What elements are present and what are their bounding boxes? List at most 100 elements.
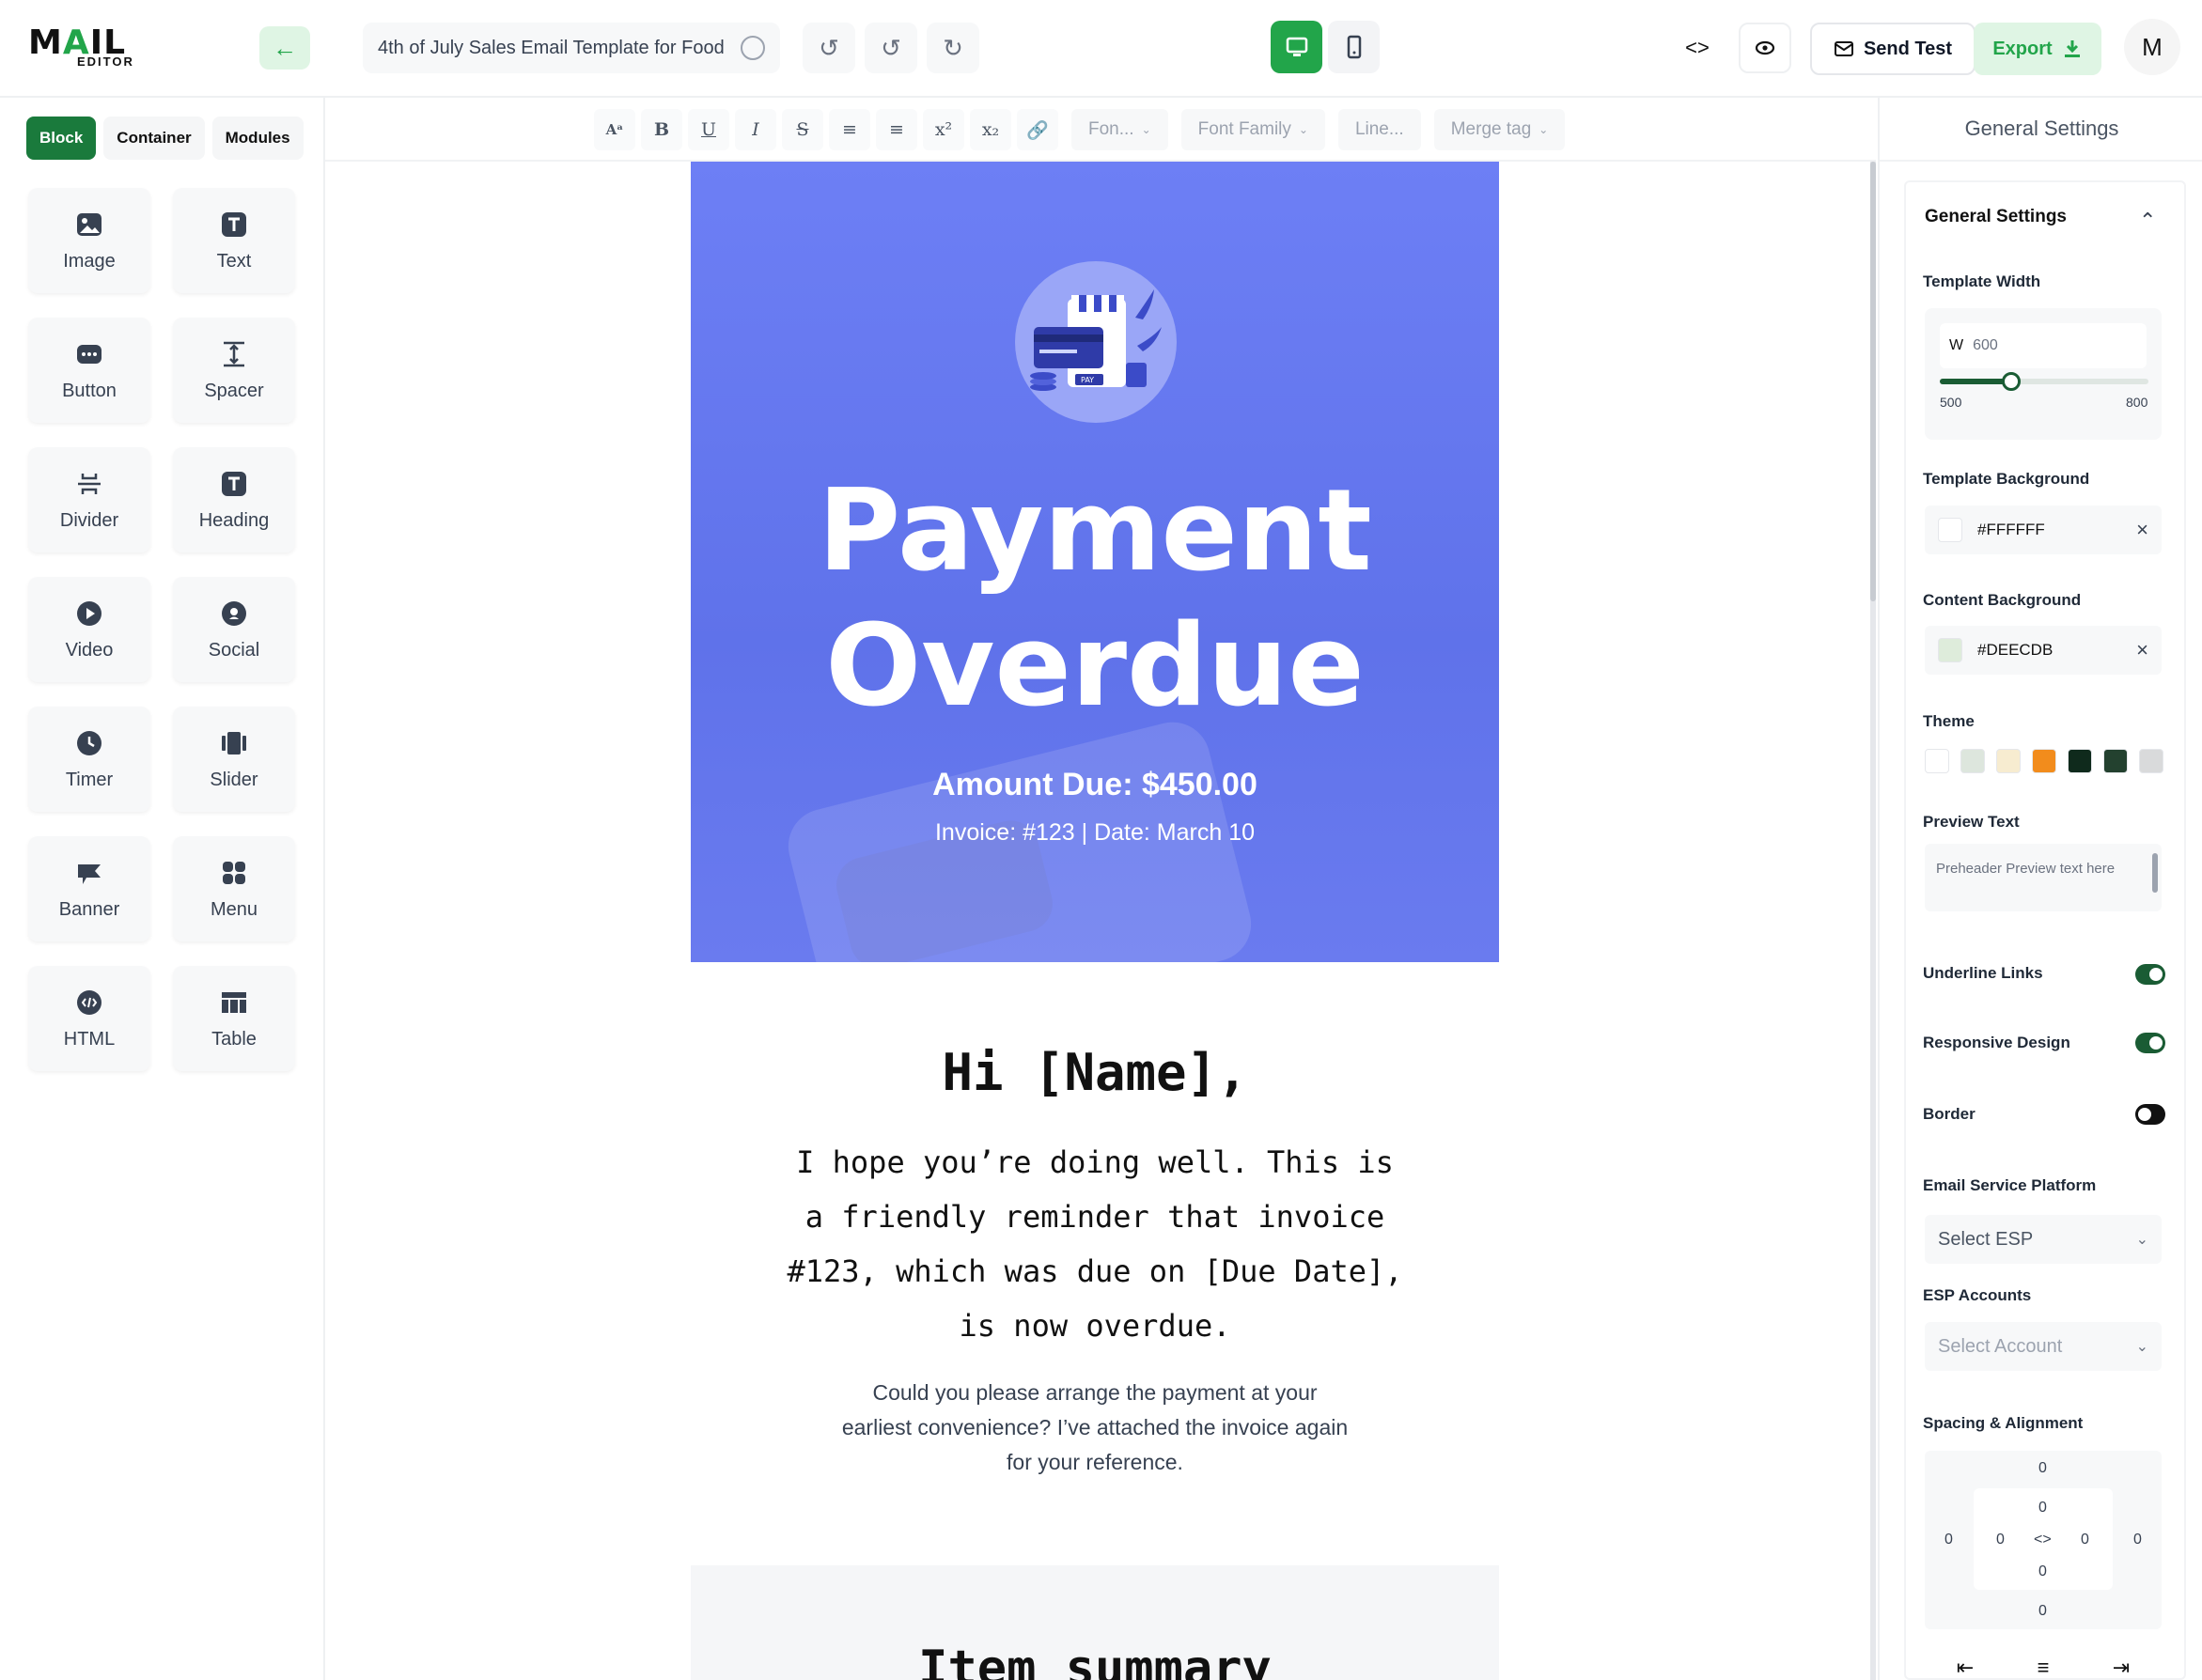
text-color-button[interactable]: Aᵃ (594, 109, 635, 150)
code-view-button[interactable]: <> (1671, 23, 1724, 73)
padding-left-value[interactable]: 0 (1996, 1532, 2005, 1548)
send-test-button[interactable]: Send Test (1810, 23, 1976, 75)
tab-modules[interactable]: Modules (211, 117, 304, 160)
strikethrough-button[interactable]: S (782, 109, 823, 150)
preview-text-input[interactable]: Preheader Preview text here (1925, 844, 2162, 911)
underline-button[interactable]: U (688, 109, 729, 150)
align-center-icon[interactable]: ≡ (2027, 1652, 2059, 1680)
canvas-scrollbar-thumb[interactable] (1870, 162, 1876, 601)
block-heading[interactable]: Heading (173, 447, 295, 552)
border-toggle[interactable] (2135, 1104, 2165, 1125)
template-title-field[interactable]: 4th of July Sales Email Template for Foo… (363, 23, 780, 73)
greeting-heading[interactable]: Hi [Name], (691, 1043, 1499, 1102)
preview-text-scrollbar[interactable] (2152, 853, 2158, 893)
block-divider[interactable]: Divider (28, 447, 150, 552)
theme-swatch[interactable] (2068, 749, 2092, 773)
hero-section[interactable]: PAY Payment Overdue Amount Due: $450.00 … (691, 162, 1499, 962)
link-button[interactable]: 🔗 (1017, 109, 1058, 150)
chevron-down-icon: ⌄ (2135, 1232, 2148, 1248)
close-icon[interactable]: × (2136, 518, 2148, 542)
font-family-select[interactable]: Font Family ⌄ (1180, 109, 1325, 150)
block-video[interactable]: Video (28, 577, 150, 682)
responsive-design-toggle[interactable] (2135, 1033, 2165, 1053)
padding-bottom-value[interactable]: 0 (2038, 1563, 2047, 1580)
email-canvas[interactable]: PAY Payment Overdue Amount Due: $450.00 … (325, 162, 1876, 1680)
history-button[interactable]: ↺ (865, 23, 917, 73)
tab-block[interactable]: Block (26, 117, 97, 160)
esp-accounts-select[interactable]: Select Account ⌄ (1925, 1322, 2162, 1371)
template-background-swatch[interactable] (1938, 518, 1962, 542)
block-slider[interactable]: Slider (173, 707, 295, 812)
content-background-swatch[interactable] (1938, 638, 1962, 662)
content-background-field[interactable]: #DEECDB × (1925, 626, 2162, 675)
block-table[interactable]: Table (173, 966, 295, 1071)
svg-text:PAY: PAY (1081, 376, 1094, 384)
email-body[interactable]: PAY Payment Overdue Amount Due: $450.00 … (691, 162, 1499, 1680)
block-menu[interactable]: Menu (173, 836, 295, 941)
subscript-button[interactable]: x₂ (970, 109, 1011, 150)
esp-select[interactable]: Select ESP ⌄ (1925, 1215, 2162, 1264)
block-text[interactable]: Text (173, 188, 295, 293)
bullet-list-button[interactable]: ≡ (829, 109, 870, 150)
code-icon: <> (1685, 36, 1710, 59)
video-icon (74, 599, 104, 629)
align-right-icon[interactable]: ⇥ (2105, 1652, 2137, 1680)
theme-swatch[interactable] (2103, 749, 2128, 773)
theme-swatch[interactable] (1996, 749, 2021, 773)
user-avatar[interactable]: M (2124, 19, 2180, 75)
template-width-input[interactable]: W 600 (1940, 323, 2147, 368)
bold-button[interactable]: B (641, 109, 682, 150)
padding-top-value[interactable]: 0 (2038, 1500, 2047, 1517)
theme-swatch[interactable] (2032, 749, 2056, 773)
text-color-icon: Aᵃ (605, 121, 624, 138)
italic-button[interactable]: I (735, 109, 776, 150)
margin-top-value[interactable]: 0 (2038, 1460, 2047, 1477)
esp-label: Email Service Platform (1923, 1176, 2097, 1194)
align-left-icon[interactable]: ⇤ (1949, 1652, 1981, 1680)
template-background-field[interactable]: #FFFFFF × (1925, 506, 2162, 554)
redo-button[interactable]: ↻ (927, 23, 979, 73)
preview-button[interactable] (1739, 23, 1791, 73)
summary-heading[interactable]: Item summary (691, 1641, 1499, 1680)
superscript-button[interactable]: x² (923, 109, 964, 150)
body-text-secondary[interactable]: Could you please arrange the payment at … (841, 1376, 1349, 1480)
block-timer[interactable]: Timer (28, 707, 150, 812)
padding-right-value[interactable]: 0 (2081, 1532, 2089, 1548)
block-button[interactable]: Button (28, 318, 150, 423)
logo-subtitle: EDITOR (77, 54, 134, 69)
numbered-list-button[interactable]: ≡ (876, 109, 917, 150)
block-banner[interactable]: Banner (28, 836, 150, 941)
font-size-select[interactable]: Fon... ⌄ (1071, 109, 1168, 150)
border-label: Border (1923, 1105, 1976, 1123)
line-height-select[interactable]: Line... (1337, 109, 1421, 150)
esp-accounts-label: ESP Accounts (1923, 1286, 2032, 1304)
margin-right-value[interactable]: 0 (2133, 1532, 2142, 1548)
general-settings-heading[interactable]: General Settings (1925, 207, 2067, 227)
undo-button[interactable]: ↺ (803, 23, 855, 73)
invoice-line[interactable]: Invoice: #123 | Date: March 10 (691, 819, 1499, 847)
block-social[interactable]: Social (173, 577, 295, 682)
back-button[interactable]: ← (259, 26, 310, 70)
font-family-label: Font Family (1197, 119, 1291, 139)
close-icon[interactable]: × (2136, 638, 2148, 662)
mobile-view-button[interactable] (1328, 21, 1380, 73)
block-html[interactable]: HTML (28, 966, 150, 1071)
tab-container[interactable]: Container (103, 117, 205, 160)
margin-bottom-value[interactable]: 0 (2038, 1603, 2047, 1620)
margin-left-value[interactable]: 0 (1944, 1532, 1953, 1548)
merge-tag-select[interactable]: Merge tag ⌄ (1433, 109, 1566, 150)
body-text-primary[interactable]: I hope you’re doing well. This is a frie… (785, 1135, 1405, 1353)
chevron-up-icon[interactable]: ⌃ (2139, 209, 2156, 233)
block-image[interactable]: Image (28, 188, 150, 293)
theme-swatch[interactable] (2139, 749, 2163, 773)
width-slider-handle[interactable] (2002, 372, 2021, 391)
desktop-view-button[interactable] (1271, 21, 1322, 73)
theme-swatch[interactable] (1960, 749, 1985, 773)
hero-title[interactable]: Payment Overdue (691, 464, 1499, 735)
theme-swatch[interactable] (1925, 749, 1949, 773)
export-button[interactable]: Export (1974, 23, 2101, 75)
block-spacer[interactable]: Spacer (173, 318, 295, 423)
amount-due[interactable]: Amount Due: $450.00 (691, 767, 1499, 803)
link-values-icon[interactable]: <> (2034, 1532, 2052, 1548)
underline-links-toggle[interactable] (2135, 964, 2165, 985)
